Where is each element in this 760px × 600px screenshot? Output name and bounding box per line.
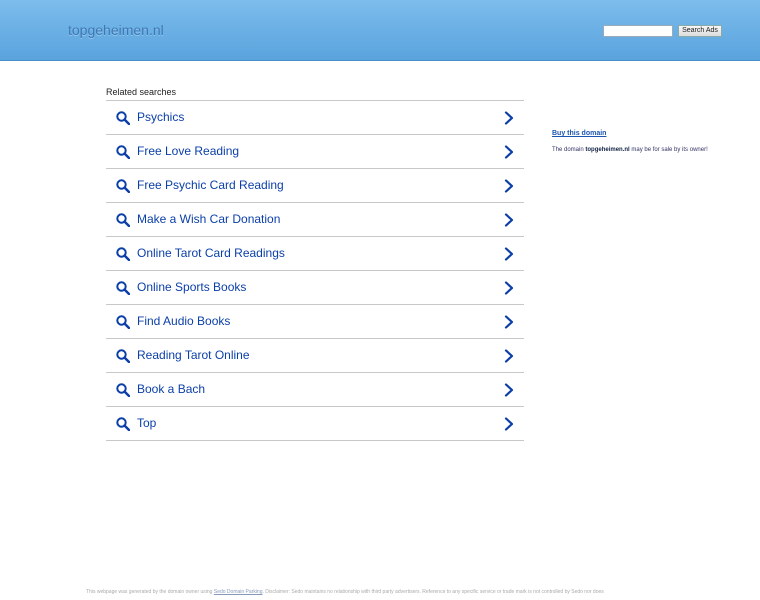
search-icon — [116, 179, 130, 193]
domain-title: topgeheimen.nl — [68, 22, 164, 38]
header-bar: topgeheimen.nl Search Ads — [0, 0, 760, 61]
search-icon — [116, 111, 130, 125]
chevron-right-icon — [504, 383, 514, 397]
search-input[interactable] — [603, 25, 673, 37]
buy-domain-link[interactable]: Buy this domain — [552, 130, 606, 137]
search-icon — [116, 417, 130, 431]
related-search-item[interactable]: Book a Bach — [106, 373, 524, 407]
related-search-label: Free Love Reading — [137, 144, 240, 158]
sale-prefix: The domain — [552, 147, 586, 153]
related-search-item[interactable]: Free Psychic Card Reading — [106, 169, 524, 203]
related-search-item[interactable]: Free Love Reading — [106, 135, 524, 169]
chevron-right-icon — [504, 213, 514, 227]
sale-domain: topgeheimen.nl — [585, 147, 630, 153]
chevron-right-icon — [504, 349, 514, 363]
related-search-label: Book a Bach — [137, 382, 206, 396]
chevron-right-icon — [504, 315, 514, 329]
related-search-item[interactable]: Online Tarot Card Readings — [106, 237, 524, 271]
search-icon — [116, 145, 130, 159]
search-icon — [116, 247, 130, 261]
chevron-right-icon — [504, 281, 514, 295]
chevron-right-icon — [504, 145, 514, 159]
related-search-item[interactable]: Top — [106, 407, 524, 441]
sale-suffix: may be for sale by its owner! — [629, 147, 708, 153]
footer-disclaimer: This webpage was generated by the domain… — [86, 589, 604, 595]
search-icon — [116, 383, 130, 397]
related-search-item[interactable]: Psychics — [106, 101, 524, 135]
search-ads-button[interactable]: Search Ads — [678, 25, 722, 37]
related-search-label: Reading Tarot Online — [137, 348, 250, 362]
footer-suffix: . Disclaimer: Sedo maintains no relation… — [262, 589, 604, 595]
related-search-label: Find Audio Books — [137, 314, 231, 328]
search-icon — [116, 281, 130, 295]
search-icon — [116, 213, 130, 227]
related-search-label: Psychics — [137, 110, 185, 124]
related-search-item[interactable]: Reading Tarot Online — [106, 339, 524, 373]
related-search-item[interactable]: Find Audio Books — [106, 305, 524, 339]
related-searches-heading: Related searches — [106, 87, 177, 97]
related-search-label: Free Psychic Card Reading — [137, 178, 284, 192]
sedo-parking-link[interactable]: Sedo Domain Parking — [214, 589, 263, 595]
related-search-label: Online Tarot Card Readings — [137, 246, 285, 260]
chevron-right-icon — [504, 247, 514, 261]
chevron-right-icon — [504, 179, 514, 193]
chevron-right-icon — [504, 111, 514, 125]
search-icon — [116, 315, 130, 329]
sale-notice: The domain topgeheimen.nl may be for sal… — [552, 147, 708, 153]
related-search-label: Top — [137, 416, 157, 430]
related-searches-list: Psychics Free Love Reading Free Psychic Ca… — [106, 100, 524, 441]
related-search-label: Online Sports Books — [137, 280, 247, 294]
chevron-right-icon — [504, 417, 514, 431]
search-icon — [116, 349, 130, 363]
related-search-item[interactable]: Online Sports Books — [106, 271, 524, 305]
footer-prefix: This webpage was generated by the domain… — [86, 589, 214, 595]
related-search-item[interactable]: Make a Wish Car Donation — [106, 203, 524, 237]
related-search-label: Make a Wish Car Donation — [137, 212, 281, 226]
